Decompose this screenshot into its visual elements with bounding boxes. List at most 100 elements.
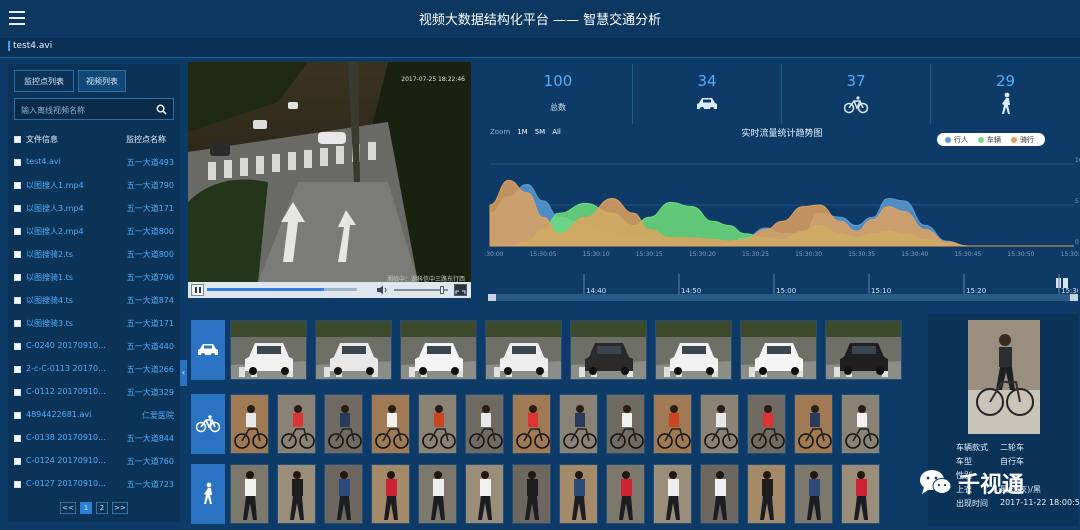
list-item[interactable]: C-0124 20170910... 五一大道760 bbox=[14, 456, 174, 470]
row-file-name[interactable]: C-0124 20170910... bbox=[26, 456, 106, 465]
legend-item-cycling[interactable]: 骑行 bbox=[1011, 135, 1034, 145]
detection-thumbnail[interactable] bbox=[230, 320, 307, 380]
detection-thumbnail[interactable] bbox=[485, 320, 562, 380]
detection-thumbnail[interactable] bbox=[277, 464, 316, 524]
legend-item-vehicle[interactable]: 车辆 bbox=[978, 135, 1001, 145]
detection-thumbnail[interactable] bbox=[606, 394, 645, 454]
list-item[interactable]: C-0240 20170910... 五一大道440 bbox=[14, 341, 174, 355]
detection-thumbnail[interactable] bbox=[465, 464, 504, 524]
detection-thumbnail[interactable] bbox=[841, 394, 880, 454]
detection-thumbnail[interactable] bbox=[747, 464, 786, 524]
row-file-name[interactable]: 以图搜骑2.ts bbox=[26, 249, 73, 260]
row-checkbox[interactable] bbox=[14, 320, 21, 327]
tab-video-list[interactable]: 视频列表 bbox=[78, 70, 126, 92]
row-file-name[interactable]: C-0240 20170910... bbox=[26, 341, 106, 350]
detection-thumbnail[interactable] bbox=[841, 464, 880, 524]
detection-thumbnail[interactable] bbox=[655, 320, 732, 380]
list-item[interactable]: C-0138 20170910... 五一大道844 bbox=[14, 433, 174, 447]
detection-thumbnail[interactable] bbox=[740, 320, 817, 380]
detection-thumbnail[interactable] bbox=[559, 394, 598, 454]
pause-button[interactable] bbox=[191, 284, 204, 296]
search-icon[interactable] bbox=[156, 104, 167, 115]
detection-thumbnail[interactable] bbox=[606, 464, 645, 524]
timeline-navigator[interactable]: 14:40 14:50 15:00 15:10 15:20 15:30 bbox=[488, 274, 1080, 304]
fullscreen-button[interactable] bbox=[454, 284, 467, 298]
volume-knob[interactable] bbox=[440, 286, 444, 294]
row-file-name[interactable]: 2-c-C-0113 20170... bbox=[26, 364, 106, 373]
list-item[interactable]: 以图搜骑4.ts 五一大道874 bbox=[14, 295, 174, 309]
detection-thumbnail[interactable] bbox=[512, 394, 551, 454]
video-player[interactable]: 2017-07-25 18:22:46 湘临中：湖科信中三路东行西 bbox=[188, 62, 471, 298]
row-file-name[interactable]: 4894422681.avi bbox=[26, 410, 91, 419]
row-checkbox[interactable] bbox=[14, 481, 21, 488]
detection-thumbnail[interactable] bbox=[570, 320, 647, 380]
row-checkbox[interactable] bbox=[14, 205, 21, 212]
detection-thumbnail[interactable] bbox=[700, 464, 739, 524]
row-checkbox[interactable] bbox=[14, 343, 21, 350]
detection-thumbnail[interactable] bbox=[747, 394, 786, 454]
detection-thumbnail[interactable] bbox=[418, 464, 457, 524]
list-item[interactable]: 以图搜骑2.ts 五一大道800 bbox=[14, 249, 174, 263]
detection-thumbnail[interactable] bbox=[465, 394, 504, 454]
row-file-name[interactable]: 以图搜骑3.ts bbox=[26, 318, 73, 329]
pager-button[interactable]: 1 bbox=[80, 502, 92, 514]
detection-thumbnail[interactable] bbox=[653, 394, 692, 454]
list-item[interactable]: 以图搜骑1.ts 五一大道790 bbox=[14, 272, 174, 286]
file-tab[interactable]: test4.avi bbox=[8, 41, 52, 51]
detection-thumbnail[interactable] bbox=[371, 464, 410, 524]
progress-bar[interactable] bbox=[207, 288, 357, 291]
detection-thumbnail[interactable] bbox=[371, 394, 410, 454]
row-file-name[interactable]: C-0127 20170910... bbox=[26, 479, 106, 488]
select-all-checkbox[interactable] bbox=[14, 136, 21, 143]
row-file-name[interactable]: 以图搜骑4.ts bbox=[26, 295, 73, 306]
row-checkbox[interactable] bbox=[14, 366, 21, 373]
detection-thumbnail[interactable] bbox=[230, 394, 269, 454]
row-checkbox[interactable] bbox=[14, 274, 21, 281]
detection-thumbnail[interactable] bbox=[324, 464, 363, 524]
row-file-name[interactable]: 以图搜人2.mp4 bbox=[26, 226, 84, 237]
detection-thumbnail[interactable] bbox=[700, 394, 739, 454]
volume-icon[interactable] bbox=[376, 285, 388, 295]
pager-button[interactable]: << bbox=[60, 502, 76, 514]
list-item[interactable]: test4.avi 五一大道493 bbox=[14, 157, 174, 171]
detection-thumbnail[interactable] bbox=[400, 320, 477, 380]
detection-thumbnail[interactable] bbox=[324, 394, 363, 454]
row-file-name[interactable]: 以图搜骑1.ts bbox=[26, 272, 73, 283]
row-file-name[interactable]: 以图搜人1.mp4 bbox=[26, 180, 84, 191]
volume-slider[interactable] bbox=[394, 286, 448, 294]
list-item[interactable]: 以图搜人2.mp4 五一大道800 bbox=[14, 226, 174, 240]
row-checkbox[interactable] bbox=[14, 159, 21, 166]
detection-thumbnail[interactable] bbox=[315, 320, 392, 380]
row-file-name[interactable]: 以图搜人3.mp4 bbox=[26, 203, 84, 214]
pager-button[interactable]: 2 bbox=[96, 502, 108, 514]
detection-thumbnail[interactable] bbox=[825, 320, 902, 380]
detection-thumbnail[interactable] bbox=[794, 394, 833, 454]
detection-thumbnail[interactable] bbox=[418, 394, 457, 454]
search-input[interactable] bbox=[21, 103, 151, 117]
detection-thumbnail[interactable] bbox=[230, 464, 269, 524]
detection-thumbnail[interactable] bbox=[794, 464, 833, 524]
row-checkbox[interactable] bbox=[14, 251, 21, 258]
row-checkbox[interactable] bbox=[14, 297, 21, 304]
list-item[interactable]: C-0127 20170910... 五一大道723 bbox=[14, 479, 174, 493]
row-checkbox[interactable] bbox=[14, 458, 21, 465]
pager-button[interactable]: >> bbox=[112, 502, 128, 514]
list-item[interactable]: 4894422681.avi 仁爱医院 bbox=[14, 410, 174, 424]
row-checkbox[interactable] bbox=[14, 228, 21, 235]
list-item[interactable]: 以图搜人1.mp4 五一大道790 bbox=[14, 180, 174, 194]
collapse-sidebar-button[interactable]: ‹ bbox=[180, 360, 187, 386]
row-checkbox[interactable] bbox=[14, 182, 21, 189]
row-file-name[interactable]: test4.avi bbox=[26, 157, 61, 166]
detection-thumbnail[interactable] bbox=[559, 464, 598, 524]
detection-thumbnail[interactable] bbox=[277, 394, 316, 454]
row-file-name[interactable]: C-0112 20170910... bbox=[26, 387, 106, 396]
row-file-name[interactable]: C-0138 20170910... bbox=[26, 433, 106, 442]
row-checkbox[interactable] bbox=[14, 389, 21, 396]
row-checkbox[interactable] bbox=[14, 435, 21, 442]
legend-item-pedestrian[interactable]: 行人 bbox=[945, 135, 968, 145]
list-item[interactable]: 以图搜骑3.ts 五一大道171 bbox=[14, 318, 174, 332]
detection-thumbnail[interactable] bbox=[512, 464, 551, 524]
tab-monitor-points[interactable]: 监控点列表 bbox=[14, 70, 74, 92]
detection-thumbnail[interactable] bbox=[653, 464, 692, 524]
list-item[interactable]: 2-c-C-0113 20170... 五一大道266 bbox=[14, 364, 174, 378]
